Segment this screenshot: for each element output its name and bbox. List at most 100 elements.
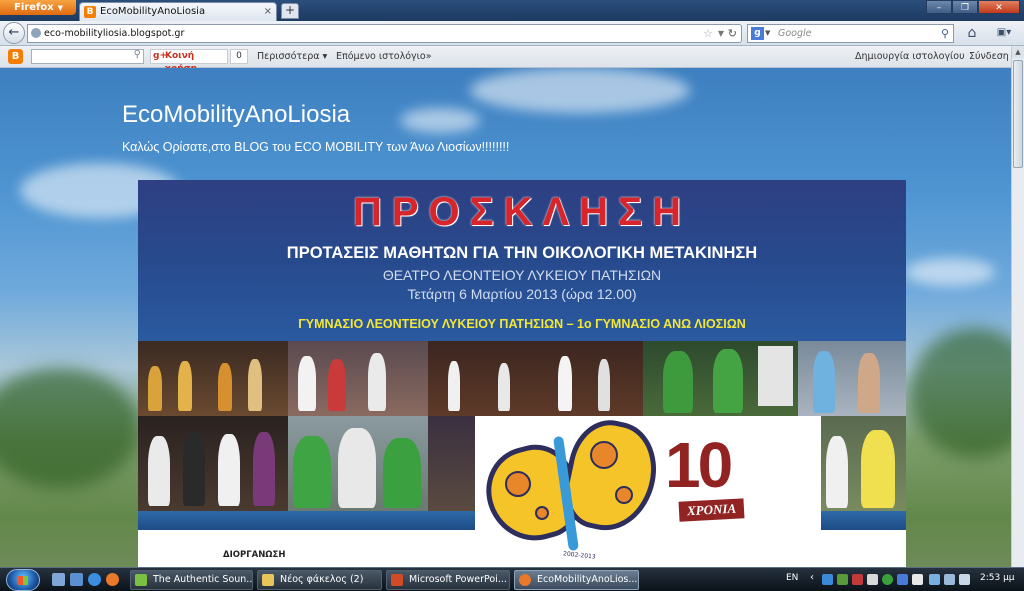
photo-stage	[138, 341, 288, 416]
anniversary-logo: 10 ΧΡΟΝΙΑ 2002-2013	[475, 413, 821, 567]
figure	[663, 351, 693, 413]
folder-icon	[262, 574, 274, 586]
volume-icon[interactable]	[959, 574, 970, 585]
tray-app-icon[interactable]	[912, 574, 923, 585]
firefox-menu-button[interactable]: Firefox ▼	[0, 0, 76, 15]
tray-network-icon[interactable]	[944, 574, 955, 585]
search-input[interactable]: g ▼ Google ⚲	[747, 24, 954, 43]
reload-icon[interactable]: ↻	[728, 25, 737, 42]
figure	[328, 359, 346, 411]
wing-spot	[615, 486, 633, 504]
figure	[713, 349, 743, 413]
photo-performance	[428, 341, 643, 416]
addons-menu-icon[interactable]: ▣▾	[989, 24, 1019, 42]
powerpoint-icon	[391, 574, 403, 586]
more-menu[interactable]: Περισσότερα ▾	[257, 51, 327, 62]
blog-search-input[interactable]: ⚲	[31, 49, 144, 64]
vertical-scrollbar[interactable]: ▲	[1011, 46, 1024, 567]
figure	[448, 361, 460, 411]
history-dropdown-icon[interactable]: ▼	[718, 25, 724, 42]
blogger-navbar: B ⚲ g+Κοινή χρήση 0 Περισσότερα ▾ Επόμεν…	[0, 46, 1011, 74]
figure	[826, 436, 848, 508]
background-cloud	[400, 108, 480, 133]
taskbar-item[interactable]: The Authentic Soun...	[130, 570, 253, 590]
anniversary-label: ΧΡΟΝΙΑ	[678, 498, 745, 522]
wing-spot	[535, 506, 549, 520]
google-engine-icon[interactable]: g	[751, 27, 764, 40]
home-icon[interactable]: ⌂	[963, 24, 981, 42]
switch-windows-icon[interactable]	[70, 573, 83, 586]
clock[interactable]: 2:53 μμ	[980, 573, 1015, 583]
close-window-icon[interactable]: ✕	[978, 0, 1020, 14]
screen	[758, 346, 793, 406]
taskbar-item[interactable]: Microsoft PowerPoi...	[386, 570, 510, 590]
sign-in-link[interactable]: Σύνδεση	[969, 51, 1009, 62]
firefox-icon[interactable]	[106, 573, 119, 586]
show-desktop-icon[interactable]	[52, 573, 65, 586]
navigation-toolbar: ← eco-mobilityliosia.blogspot.gr ☆ ▼ ↻ g…	[0, 21, 1024, 46]
taskbar-item-active[interactable]: EcoMobilityAnoLios...	[514, 570, 639, 590]
poster-venue: ΘΕΑΤΡΟ ΛΕΟΝΤΕΙΟΥ ΛΥΚΕΙΟΥ ΠΑΤΗΣΙΩΝ	[382, 267, 662, 283]
background-tree	[0, 368, 140, 488]
background-cloud	[905, 258, 995, 286]
taskbar-item-label: The Authentic Soun...	[153, 574, 253, 585]
figure	[218, 363, 232, 411]
share-button[interactable]: g+Κοινή χρήση	[150, 49, 228, 74]
next-blog-link[interactable]: Επόμενο ιστολόγιο»	[336, 51, 432, 62]
maximize-icon[interactable]: ❐	[952, 0, 978, 14]
wing-spot	[590, 441, 618, 469]
scroll-up-icon[interactable]: ▲	[1012, 46, 1024, 58]
tray-app-icon[interactable]	[867, 574, 878, 585]
search-icon[interactable]: ⚲	[941, 25, 949, 42]
figure	[148, 366, 162, 411]
logo-years: 2002-2013	[562, 550, 596, 561]
poster-subtitle: ΠΡΟΤΑΣΕΙΣ ΜΑΘΗΤΩΝ ΓΙΑ ΤΗΝ ΟΙΚΟΛΟΓΙΚΗ ΜΕΤ…	[286, 244, 758, 262]
tab-active[interactable]: B EcoMobilityAnoLiosia ×	[79, 2, 277, 21]
poster-date: Τετάρτη 6 Μαρτίου 2013 (ώρα 12.00)	[407, 286, 637, 302]
figure	[813, 351, 835, 413]
minimize-icon[interactable]: –	[926, 0, 952, 14]
create-blog-link[interactable]: Δημιουργία ιστολογίου	[855, 51, 965, 62]
show-hidden-icons-icon[interactable]: ‹	[810, 572, 814, 583]
blog-title[interactable]: EcoMobilityAnoLiosia	[122, 101, 350, 129]
tray-network-icon[interactable]	[822, 574, 833, 585]
figure	[498, 363, 510, 411]
tray-app-icon[interactable]	[852, 574, 863, 585]
search-placeholder: Google	[778, 28, 812, 39]
tray-monitor-icon[interactable]	[929, 574, 940, 585]
internet-explorer-icon[interactable]	[88, 573, 101, 586]
url-text: eco-mobilityliosia.blogspot.gr	[44, 28, 185, 39]
engine-dropdown-icon[interactable]: ▼	[765, 25, 770, 42]
tray-skype-icon[interactable]	[882, 574, 893, 585]
poster-heading: ΠΡΟΣΚΛΗΣΗ	[352, 190, 692, 234]
blogger-logo-icon[interactable]: B	[8, 49, 23, 64]
poster-header: ΠΡΟΣΚΛΗΣΗ ΠΡΟΤΑΣΕΙΣ ΜΑΘΗΤΩΝ ΓΙΑ ΤΗΝ ΟΙΚΟ…	[138, 180, 906, 341]
taskbar-item-label: Microsoft PowerPoi...	[409, 574, 507, 585]
page-content: EcoMobilityAnoLiosia Καλώς Ορίσατε,στο B…	[0, 68, 1011, 567]
back-button[interactable]: ←	[3, 22, 25, 44]
tab-title: EcoMobilityAnoLiosia	[100, 6, 206, 17]
taskbar-item-label: EcoMobilityAnoLios...	[537, 574, 638, 585]
wing-spot	[505, 471, 531, 497]
winamp-icon	[135, 574, 147, 586]
language-indicator[interactable]: EN	[786, 573, 798, 583]
start-button[interactable]	[6, 569, 40, 591]
tray-app-icon[interactable]	[897, 574, 908, 585]
taskbar-item[interactable]: Νέος φάκελος (2)	[257, 570, 382, 590]
photo-audience	[288, 341, 428, 416]
tab-close-icon[interactable]: ×	[264, 3, 272, 20]
scrollbar-thumb[interactable]	[1013, 60, 1023, 168]
site-identity-icon[interactable]	[31, 28, 41, 38]
photo-presentation	[798, 341, 906, 416]
photo-seated	[138, 416, 288, 511]
share-count: 0	[230, 49, 248, 64]
search-icon[interactable]: ⚲	[134, 49, 141, 60]
tray-app-icon[interactable]	[837, 574, 848, 585]
figure	[861, 430, 895, 508]
bookmark-star-icon[interactable]: ☆	[703, 25, 713, 42]
address-bar[interactable]: eco-mobilityliosia.blogspot.gr ☆ ▼ ↻	[27, 24, 742, 43]
figure	[248, 359, 262, 411]
new-tab-button[interactable]: +	[281, 3, 299, 19]
figure	[148, 436, 170, 506]
window-controls: – ❐ ✕	[926, 0, 1020, 14]
